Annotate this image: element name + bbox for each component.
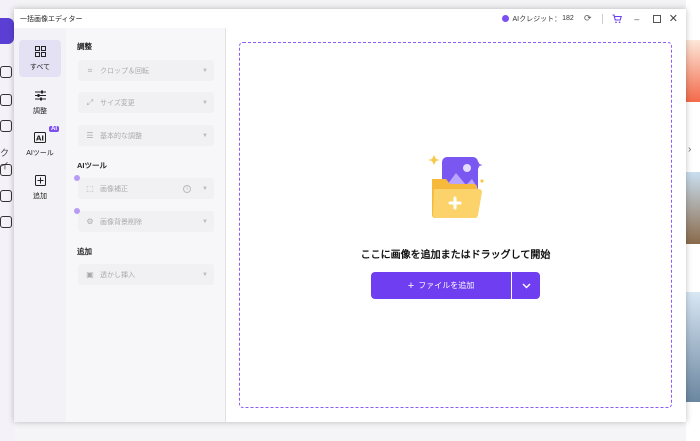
category-adjust[interactable]: 調整: [19, 84, 61, 121]
monitor-icon: [0, 216, 12, 228]
tool-panel: 調整 ⌗ クロップ＆回転 ▼ ⤢ サイズ変更 ▼ ☰ 基本的な調整 ▼ AIツー…: [66, 28, 225, 422]
background-sidebar: クイ: [0, 0, 14, 441]
shapes-icon: [0, 164, 12, 176]
folder-image-icon: [422, 151, 492, 223]
panel-divider: [225, 28, 226, 422]
calendar-icon: [0, 190, 12, 202]
tool-label: クロップ＆回転: [100, 67, 149, 75]
category-label: 追加: [33, 192, 47, 200]
image-drop-zone[interactable]: ここに画像を追加またはドラッグして開始 + ファイルを追加: [239, 42, 672, 408]
tool-label: サイズ変更: [100, 99, 135, 107]
ai-badge: AI: [49, 126, 59, 132]
tool-label: 基本的な調整: [100, 132, 142, 140]
ai-credit-label: AIクレジット：: [512, 15, 562, 23]
tool-label: 画像補正: [100, 185, 128, 193]
batch-image-editor-window: 一括画像エディター AIクレジット： 182 ⟳ – ✕ すべて 調整 AI A…: [14, 9, 686, 422]
category-label: AIツール: [26, 149, 54, 157]
enhance-icon: ⬚: [86, 184, 94, 193]
category-add[interactable]: 追加: [19, 169, 61, 206]
ai-icon: AI: [34, 131, 46, 146]
background-thumbnail: [686, 40, 700, 102]
chevron-down-icon: [522, 281, 531, 291]
grid-icon: [34, 45, 46, 60]
plus-box-icon: [34, 174, 46, 189]
minimize-icon[interactable]: –: [631, 13, 643, 25]
resize-icon: ⤢: [86, 97, 94, 107]
sliders-icon: ☰: [86, 131, 94, 140]
refresh-icon[interactable]: ⟳: [582, 13, 594, 25]
chevron-down-icon: ▼: [202, 185, 208, 192]
sliders-icon: [34, 90, 46, 104]
toolbox-icon: [0, 94, 12, 106]
remove-bg-icon: ⚙: [86, 217, 94, 226]
add-file-dropdown-button[interactable]: [512, 272, 540, 299]
crop-icon: ⌗: [87, 65, 93, 75]
maximize-icon[interactable]: [652, 14, 661, 23]
cart-icon[interactable]: [611, 13, 623, 25]
category-label: すべて: [29, 63, 51, 71]
home-icon: [0, 66, 12, 78]
background-footer: [14, 422, 686, 441]
tool-background-remove[interactable]: ⚙ 画像背景削除 ▼: [74, 208, 214, 232]
chevron-down-icon: ▼: [202, 132, 208, 139]
new-indicator-dot: [74, 208, 80, 214]
chevron-down-icon: ▼: [202, 67, 208, 74]
plus-icon: +: [407, 279, 415, 292]
ai-credit-icon: [502, 15, 510, 22]
add-file-label: ファイルを追加: [418, 281, 475, 290]
tool-watermark[interactable]: ▣ 透かし挿入 ▼: [78, 264, 214, 285]
drop-instruction-text: ここに画像を追加またはドラッグして開始: [360, 250, 551, 261]
category-rail: すべて 調整 AI AI AIツール 追加: [14, 28, 66, 422]
ai-credit-count: 182: [562, 15, 574, 22]
section-title-adjust: 調整: [77, 42, 92, 51]
new-indicator-dot: [74, 175, 80, 181]
tool-label: 透かし挿入: [100, 271, 135, 279]
tool-crop-rotate[interactable]: ⌗ クロップ＆回転 ▼: [78, 60, 214, 81]
chevron-down-icon: ▼: [202, 218, 208, 225]
info-icon[interactable]: i: [183, 184, 191, 193]
section-title-add: 追加: [77, 247, 92, 256]
background-thumbnail: [686, 292, 700, 402]
chevron-down-icon: ▼: [202, 271, 208, 278]
title-bar: 一括画像エディター AIクレジット： 182 ⟳ – ✕: [14, 9, 686, 28]
document-icon: [0, 120, 12, 132]
category-all[interactable]: すべて: [19, 40, 61, 77]
tool-label: 画像背景削除: [100, 218, 142, 226]
tool-basic-adjust[interactable]: ☰ 基本的な調整 ▼: [78, 125, 214, 146]
background-right-panel: ›: [686, 0, 700, 441]
watermark-icon: ▣: [86, 270, 94, 279]
svg-text:AI: AI: [36, 134, 44, 142]
chevron-right-icon: ›: [688, 144, 692, 155]
app-logo: [0, 18, 14, 44]
toolbar-divider: [601, 13, 603, 24]
tool-resize[interactable]: ⤢ サイズ変更 ▼: [78, 92, 214, 113]
chevron-down-icon: ▼: [202, 99, 208, 106]
background-thumbnail: [686, 172, 700, 244]
tool-image-enhance[interactable]: ⬚ 画像補正 i ▼: [74, 175, 214, 199]
window-title: 一括画像エディター: [20, 15, 83, 23]
close-icon[interactable]: ✕: [669, 12, 678, 25]
section-title-ai-tools: AIツール: [77, 161, 107, 170]
category-ai-tools[interactable]: AI AI AIツール: [19, 126, 61, 163]
category-label: 調整: [33, 107, 47, 115]
add-file-button[interactable]: + ファイルを追加: [371, 272, 511, 299]
